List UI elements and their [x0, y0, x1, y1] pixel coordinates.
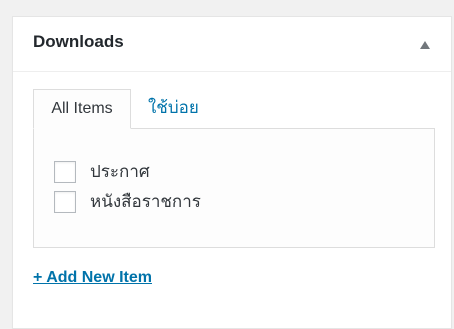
term-label-official-letter[interactable]: หนังสือราชการ	[90, 188, 201, 215]
list-item: ประกาศ	[54, 159, 201, 184]
triangle-up-icon[interactable]	[417, 38, 433, 52]
term-checklist: ประกาศ หนังสือราชการ	[54, 159, 201, 219]
tab-all-items[interactable]: All Items	[33, 89, 131, 129]
tab-most-used[interactable]: ใช้บ่อย	[148, 89, 199, 129]
metabox-title: Downloads	[33, 32, 124, 51]
list-item: หนังสือราชการ	[54, 189, 201, 214]
term-checkbox-announcement[interactable]	[54, 160, 76, 183]
metabox-header[interactable]: Downloads	[13, 17, 451, 72]
term-label-announcement[interactable]: ประกาศ	[90, 158, 150, 185]
tab-all-items-label: All Items	[51, 100, 113, 117]
tab-most-used-label: ใช้บ่อย	[148, 98, 199, 117]
term-checkbox-official-letter[interactable]	[54, 190, 76, 213]
downloads-metabox: Downloads All Items ใช้บ่อย ประกาศ หนังส…	[12, 16, 452, 329]
all-items-panel: ประกาศ หนังสือราชการ	[33, 128, 435, 248]
add-new-item-link[interactable]: + Add New Item	[33, 269, 152, 287]
